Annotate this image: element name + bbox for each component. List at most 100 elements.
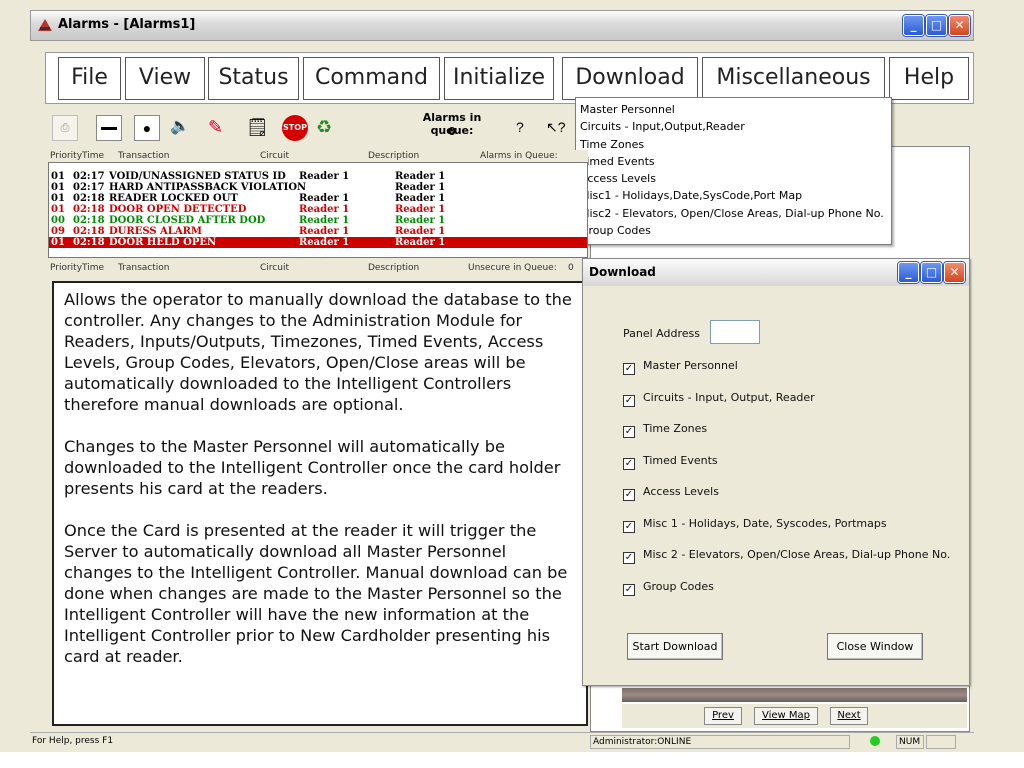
alarm-row[interactable]: 00 02:18 DOOR CLOSED AFTER DOD Reader 1 Read… (49, 215, 587, 226)
stop-icon[interactable]: STOP (282, 115, 308, 141)
alarm-transaction: DOOR OPEN DETECTED (109, 204, 247, 215)
alarm-row[interactable]: 01 02:17 VOID/UNASSIGNED STATUS ID Reader 1… (49, 171, 587, 182)
window-title: Alarms - [Alarms1] (58, 17, 196, 32)
notes-icon[interactable]: 🗒 (246, 115, 272, 141)
alarm-transaction: READER LOCKED OUT (109, 193, 238, 204)
option-checkbox[interactable]: ✓ (623, 520, 635, 533)
map-preview (622, 688, 967, 702)
download-option[interactable]: ✓ Misc 2 - Elevators, Open/Close Areas, D… (623, 548, 950, 564)
menu-item-master-personnel[interactable]: Master Personnel (580, 101, 891, 118)
menu-file[interactable]: File (58, 57, 121, 100)
download-option[interactable]: ✓ Master Personnel (623, 359, 738, 375)
acknowledge-icon[interactable] (96, 115, 122, 141)
description-callout: Allows the operator to manually download… (52, 281, 588, 726)
bottom-margin (0, 752, 1024, 768)
help-icon[interactable]: ? (516, 115, 542, 141)
toolbar: ⎙ ● 🔈 ✎ 🗒 STOP ♻ Alarms in queue: 0 ? ↖? (46, 107, 576, 147)
alarm-priority: 01 (51, 204, 65, 215)
col-transaction[interactable]: Transaction (118, 151, 170, 161)
col-circuit[interactable]: Circuit (260, 263, 289, 273)
download-option[interactable]: ✓ Circuits - Input, Output, Reader (623, 391, 815, 407)
col-time[interactable]: Time (82, 263, 104, 273)
option-checkbox[interactable]: ✓ (623, 552, 635, 564)
col-time[interactable]: Time (82, 151, 104, 161)
panel-address-input[interactable] (710, 320, 760, 344)
alarm-priority: 01 (51, 182, 65, 193)
menu-item-circuits[interactable]: Circuits - Input,Output,Reader (580, 118, 891, 135)
option-checkbox[interactable]: ✓ (623, 363, 635, 375)
alarm-description: Reader 1 (395, 193, 446, 204)
maximize-button[interactable]: □ (926, 15, 947, 36)
print-icon[interactable]: ⎙ (52, 115, 78, 141)
alarm-priority: 01 (51, 171, 65, 182)
start-download-button[interactable]: Start Download (627, 633, 723, 660)
alarm-priority: 01 (51, 237, 65, 248)
minimize-button[interactable]: _ (903, 15, 924, 36)
col-priority[interactable]: Priority (50, 151, 82, 161)
menu-help[interactable]: Help (889, 57, 969, 100)
option-label: Misc 2 - Elevators, Open/Close Areas, Di… (643, 548, 951, 561)
edit-icon[interactable]: ✎ (208, 115, 234, 141)
alarm-list[interactable]: 01 02:17 VOID/UNASSIGNED STATUS ID Reader 1… (48, 162, 588, 258)
download-option[interactable]: ✓ Access Levels (623, 485, 719, 501)
alarm-transaction: DURESS ALARM (109, 226, 202, 237)
alarm-row[interactable]: 09 02:18 DURESS ALARM Reader 1 Reader 1 (49, 226, 587, 237)
view-map-button[interactable]: View Map (754, 707, 818, 725)
menu-item-time-zones[interactable]: Time Zones (580, 136, 891, 153)
context-help-icon[interactable]: ↖? (546, 115, 572, 141)
option-checkbox[interactable]: ✓ (623, 394, 635, 407)
alarm-time: 02:18 (73, 237, 105, 248)
alarm-circuit: Reader 1 (299, 215, 350, 226)
menu-command[interactable]: Command (303, 57, 440, 100)
download-option[interactable]: ✓ Time Zones (623, 422, 707, 438)
download-option[interactable]: ✓ Group Codes (623, 580, 714, 596)
option-label: Timed Events (643, 453, 718, 467)
alarm-transaction: VOID/UNASSIGNED STATUS ID (109, 171, 286, 182)
close-button[interactable]: ✕ (949, 15, 970, 36)
alarm-description: Reader 1 (395, 226, 446, 237)
alarm-row[interactable]: 01 02:17 HARD ANTIPASSBACK VIOLATION Reader… (49, 182, 587, 193)
dialog-close-button[interactable]: ✕ (944, 262, 965, 283)
menu-item-timed-events[interactable]: Timed Events (580, 153, 891, 170)
menu-view[interactable]: View (125, 57, 205, 100)
menu-initialize[interactable]: Initialize (444, 57, 554, 100)
col-transaction[interactable]: Transaction (118, 263, 170, 273)
col-description[interactable]: Description (368, 263, 419, 273)
menu-item-access-levels[interactable]: Access Levels (580, 170, 891, 187)
panel-address-label: Panel Address (623, 327, 700, 340)
alarm-row[interactable]: 01 02:18 DOOR HELD OPEN Reader 1 Reader 1 (49, 237, 587, 248)
menu-item-group-codes[interactable]: Group Codes (580, 222, 891, 239)
alarm-circuit: Reader 1 (299, 226, 350, 237)
menu-item-misc2[interactable]: Misc2 - Elevators, Open/Close Areas, Dia… (580, 205, 891, 222)
description-paragraph: Allows the operator to manually download… (64, 290, 572, 414)
option-label: Misc 1 - Holidays, Date, Syscodes, Portm… (643, 516, 887, 530)
option-checkbox[interactable]: ✓ (623, 489, 635, 501)
option-checkbox[interactable]: ✓ (623, 426, 635, 438)
alarm-row[interactable]: 01 02:18 DOOR OPEN DETECTED Reader 1 Reader … (49, 204, 587, 215)
download-dialog: Download _ □ ✕ Panel Address ✓ Master Per… (582, 258, 970, 686)
dialog-minimize-button[interactable]: _ (898, 262, 919, 283)
status-help-text: For Help, press F1 (32, 736, 114, 746)
sound-icon[interactable]: 🔈 (170, 115, 196, 141)
alarm-row[interactable]: 01 02:18 READER LOCKED OUT Reader 1 Reader 1 (49, 193, 587, 204)
dialog-maximize-button[interactable]: □ (921, 262, 942, 283)
option-checkbox[interactable]: ✓ (623, 457, 635, 470)
prev-button[interactable]: Prev (704, 707, 742, 725)
col-circuit[interactable]: Circuit (260, 151, 289, 161)
menu-status[interactable]: Status (208, 57, 299, 100)
menu-download[interactable]: Download (562, 57, 698, 100)
next-button[interactable]: Next (830, 707, 868, 725)
map-nav-bar: Prev View Map Next (622, 704, 967, 728)
col-priority[interactable]: Priority (50, 263, 82, 273)
menu-miscellaneous[interactable]: Miscellaneous (702, 57, 885, 100)
download-option[interactable]: ✓ Timed Events (623, 454, 718, 470)
option-label: Time Zones (643, 422, 708, 435)
menu-item-misc1[interactable]: Misc1 - Holidays,Date,SysCode,Port Map (580, 187, 891, 204)
recycle-icon[interactable]: ♻ (316, 115, 342, 141)
download-option[interactable]: ✓ Misc 1 - Holidays, Date, Syscodes, Port… (623, 517, 887, 533)
status-num: NUM (896, 735, 924, 749)
option-checkbox[interactable]: ✓ (623, 583, 635, 596)
record-icon[interactable]: ● (134, 115, 160, 141)
col-description[interactable]: Description (368, 151, 419, 161)
close-window-button[interactable]: Close Window (827, 633, 923, 660)
